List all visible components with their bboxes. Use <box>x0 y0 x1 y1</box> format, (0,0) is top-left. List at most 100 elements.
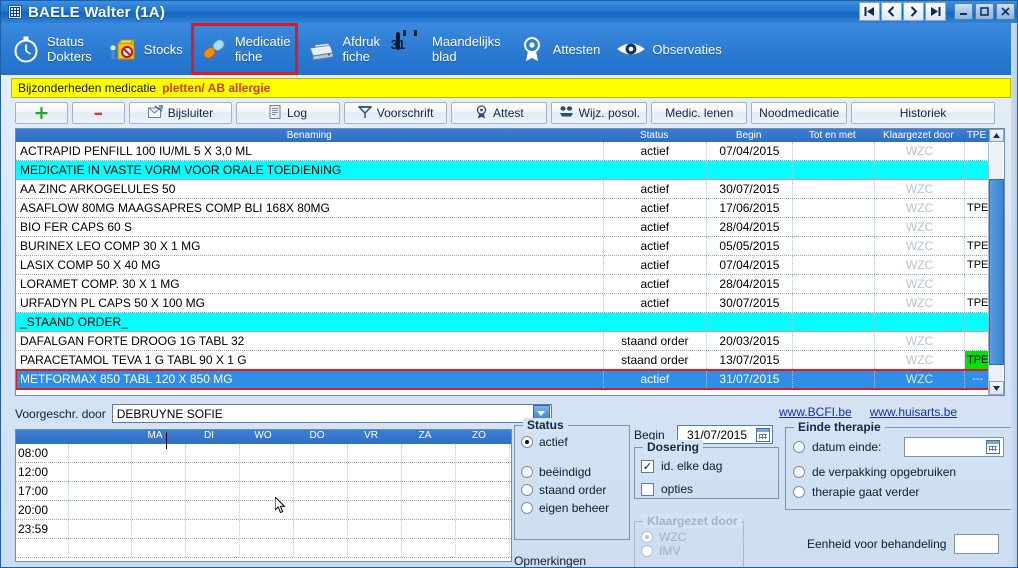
table-row[interactable]: URFADYN PL CAPS 50 X 100 MG actief 30/07/2… <box>16 294 991 313</box>
huisarts-link[interactable]: www.huisarts.be <box>870 405 957 419</box>
schedule-cell[interactable] <box>186 520 240 538</box>
radio-status-eigen-beheer[interactable]: eigen beheer <box>521 501 629 515</box>
schedule-cell[interactable] <box>132 482 186 500</box>
table-row[interactable]: LASIX COMP 50 X 40 MG actief 07/04/2015 WZC… <box>16 256 991 275</box>
previous-record-button[interactable] <box>881 2 902 21</box>
radio-datum-einde-row[interactable]: datum einde: <box>793 437 1012 457</box>
table-row[interactable]: ASAFLOW 80MG MAAGSAPRES COMP BLI 168X 80… <box>16 199 991 218</box>
column-header-begin[interactable]: Begin <box>706 130 792 141</box>
next-record-button[interactable] <box>903 2 924 21</box>
minimize-button[interactable] <box>954 3 973 20</box>
log-button[interactable]: Log <box>236 102 340 124</box>
table-row[interactable]: PARACETAMOL TEVA 1 G TABL 90 X 1 Gstaand… <box>16 351 991 370</box>
radio-status-actief[interactable]: actief <box>521 435 629 449</box>
schedule-cell[interactable] <box>240 539 294 557</box>
schedule-cell[interactable] <box>456 501 510 519</box>
schedule-day-header[interactable]: VR <box>344 430 398 444</box>
schedule-cell[interactable] <box>402 501 456 519</box>
schedule-cell[interactable] <box>402 444 456 462</box>
table-vertical-scrollbar[interactable] <box>988 143 1004 395</box>
radio-status-staand-order[interactable]: staand order <box>521 483 629 497</box>
einde-date-input[interactable] <box>904 437 1004 457</box>
schedule-cell[interactable] <box>132 501 186 519</box>
schedule-cell[interactable] <box>240 463 294 481</box>
schedule-day-header[interactable]: WO <box>236 430 290 444</box>
scroll-down-button[interactable] <box>989 381 1004 395</box>
table-row[interactable]: ACTRAPID PENFILL 100 IU/ML 5 X 3,0 ML act… <box>16 142 991 161</box>
maximize-button[interactable] <box>975 3 994 20</box>
table-row[interactable]: MEDICATIE IN VASTE VORM VOOR ORALE TOEDI… <box>16 161 991 180</box>
schedule-cell[interactable] <box>348 501 402 519</box>
first-record-button[interactable] <box>859 2 880 21</box>
schedule-cell[interactable] <box>132 463 186 481</box>
schedule-cell[interactable] <box>294 444 348 462</box>
radio-therapie-gaat-verder[interactable]: therapie gaat verder <box>793 485 1012 499</box>
schedule-cell[interactable] <box>456 520 510 538</box>
schedule-cell[interactable] <box>294 482 348 500</box>
bcfi-link[interactable]: www.BCFI.be <box>779 405 852 419</box>
toolbar-item-stocks[interactable]: Stocks <box>102 25 189 73</box>
column-header-klaargezet-door[interactable]: Klaargezet door <box>873 130 964 141</box>
noodmedicatie-button[interactable]: Noodmedicatie <box>751 102 848 124</box>
schedule-cell[interactable] <box>456 463 510 481</box>
table-row[interactable]: BIO FER CAPS 60 Sactief 28/04/2015 WZC <box>16 218 991 237</box>
historiek-button[interactable]: Historiek <box>851 102 996 124</box>
close-button[interactable] <box>996 3 1015 20</box>
eenheid-input[interactable] <box>954 534 1000 554</box>
wijz-posol-button[interactable]: Wijz. posol. <box>551 102 648 124</box>
schedule-day-header[interactable]: DO <box>290 430 344 444</box>
schedule-cell[interactable] <box>348 482 402 500</box>
column-header-status[interactable]: Status <box>602 130 705 141</box>
schedule-cell[interactable] <box>348 539 402 557</box>
table-row[interactable]: DAFALGAN FORTE DROOG 1G TABL 32 staand or… <box>16 332 991 351</box>
checkbox-id-elke-dag[interactable]: ✓ id. elke dag <box>641 459 778 473</box>
remove-button[interactable]: – <box>71 102 125 124</box>
schedule-cell[interactable] <box>402 463 456 481</box>
voorschrift-button[interactable]: Voorschrift <box>343 102 448 124</box>
last-record-button[interactable] <box>925 2 946 21</box>
schedule-cell[interactable] <box>132 539 186 557</box>
table-row[interactable]: METFORMAX 850 TABL 120 X 850 MG actief 31/… <box>16 369 992 390</box>
toolbar-item-observaties[interactable]: Observaties <box>610 25 727 73</box>
table-row[interactable]: _STAAND ORDER_ <box>16 313 991 332</box>
schedule-cell[interactable] <box>294 539 348 557</box>
schedule-cell[interactable] <box>240 520 294 538</box>
scrollbar-thumb[interactable] <box>989 179 1004 365</box>
schedule-cell[interactable] <box>132 520 186 538</box>
schedule-cell[interactable] <box>132 444 186 462</box>
toolbar-item-maandelijks-blad[interactable]: 31 Maandelijks blad <box>390 25 507 73</box>
schedule-day-header[interactable]: DI <box>182 430 236 444</box>
schedule-cell[interactable] <box>186 482 240 500</box>
schedule-cell[interactable] <box>294 501 348 519</box>
prescriber-combobox[interactable]: DEBRUYNE SOFIE <box>111 404 552 423</box>
schedule-day-header[interactable]: ZA <box>398 430 452 444</box>
toolbar-item-attesten[interactable]: Attesten <box>511 25 607 73</box>
medic-lenen-button[interactable]: Medic. lenen <box>651 102 748 124</box>
toolbar-item-afdruk-fiche[interactable]: Afdruk fiche <box>300 25 386 73</box>
toolbar-item-medicatie-fiche[interactable]: Medicatie fiche <box>190 23 299 75</box>
schedule-cell[interactable] <box>456 482 510 500</box>
column-header-tot-en-met[interactable]: Tot en met <box>791 130 873 141</box>
schedule-cell[interactable] <box>186 463 240 481</box>
radio-status-beeindigd[interactable]: beëindigd <box>521 465 629 479</box>
table-row[interactable]: AA ZINC ARKOGELULES 50 actief 30/07/2015 WZ… <box>16 180 991 199</box>
schedule-day-header[interactable]: ZO <box>452 430 506 444</box>
schedule-cell[interactable] <box>402 520 456 538</box>
schedule-cell[interactable] <box>186 539 240 557</box>
radio-verpakking-opgebruiken[interactable]: de verpakking opgebruiken <box>793 465 1012 479</box>
table-row[interactable]: LORAMET COMP. 30 X 1 MG actief 28/04/2015 W… <box>16 275 991 294</box>
column-header-benaming[interactable]: Benaming <box>16 130 602 141</box>
column-header-tpe[interactable]: TPE <box>964 130 990 141</box>
schedule-cell[interactable] <box>348 520 402 538</box>
schedule-day-header[interactable]: MA <box>128 430 182 444</box>
add-button[interactable]: + <box>15 102 68 124</box>
schedule-cell[interactable] <box>402 539 456 557</box>
bijsluiter-button[interactable]: Bijsluiter <box>128 102 233 124</box>
schedule-cell[interactable] <box>240 444 294 462</box>
schedule-cell[interactable] <box>294 463 348 481</box>
scroll-up-button[interactable] <box>989 129 1004 142</box>
schedule-cell[interactable] <box>348 444 402 462</box>
attest-button[interactable]: Attest <box>451 102 548 124</box>
schedule-cell[interactable] <box>456 539 510 557</box>
schedule-cell[interactable] <box>348 463 402 481</box>
